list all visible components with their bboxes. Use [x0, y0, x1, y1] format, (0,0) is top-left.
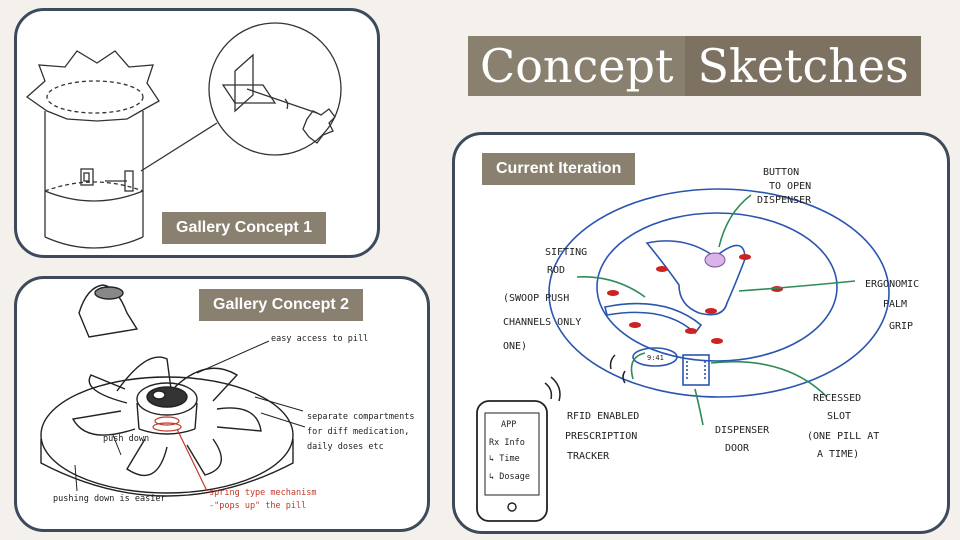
- gallery-concept-1-panel: Gallery Concept 1: [14, 8, 380, 258]
- note-pushing-easier: pushing down is easier: [53, 494, 166, 504]
- label-swoop-1: (SWOOP PUSH: [503, 293, 569, 304]
- current-iteration-label: Current Iteration: [482, 153, 636, 185]
- note-pops-up: -"pops up" the pill: [209, 501, 306, 511]
- label-rfid-2: PRESCRIPTION: [565, 431, 637, 442]
- label-slot-1: RECESSED: [813, 393, 861, 404]
- label-ergo-2: PALM: [883, 299, 907, 310]
- label-swoop-2: CHANNELS ONLY: [503, 317, 581, 328]
- label-button-2: TO OPEN: [769, 181, 811, 192]
- phone-line-rx: Rx Info: [489, 438, 525, 448]
- dispenser-display-time: 9:41: [647, 354, 664, 362]
- label-door-1: DISPENSER: [715, 425, 770, 436]
- gallery-concept-2-label: Gallery Concept 2: [199, 289, 364, 321]
- label-button-1: BUTTON: [763, 167, 799, 178]
- label-swoop-3: ONE): [503, 341, 527, 352]
- label-slot-4: A TIME): [817, 449, 859, 460]
- note-easy-access: easy access to pill: [271, 334, 368, 344]
- phone-line-app: APP: [501, 420, 516, 430]
- gallery-concept-2-panel: easy access to pill separate compartment…: [14, 276, 430, 532]
- label-sifting-1: SIFTING: [545, 247, 587, 258]
- label-door-2: DOOR: [725, 443, 750, 454]
- label-slot-3: (ONE PILL AT: [807, 431, 879, 442]
- label-slot-2: SLOT: [827, 411, 851, 422]
- label-rfid-3: TRACKER: [567, 451, 610, 462]
- note-spring-mechanism: spring type mechanism: [209, 488, 316, 498]
- label-sifting-2: ROD: [547, 265, 565, 276]
- phone-line-time: ↳ Time: [489, 454, 520, 464]
- slide-title: Concept Sketches: [468, 36, 921, 96]
- note-diff-medication: for diff medication,: [307, 427, 409, 437]
- note-separate-compartments: separate compartments: [307, 412, 414, 422]
- current-iteration-sketch: 9:41 BUTTON TO OPEN DISPENSER SIFTING RO…: [476, 167, 919, 522]
- label-ergo-1: ERGONOMIC: [865, 279, 919, 290]
- current-iteration-panel: 9:41 BUTTON TO OPEN DISPENSER SIFTING RO…: [452, 132, 950, 534]
- phone-line-dosage: ↳ Dosage: [489, 472, 530, 482]
- title-word-sketches: Sketches: [685, 36, 921, 96]
- label-button-3: DISPENSER: [757, 195, 812, 206]
- label-ergo-3: GRIP: [889, 321, 913, 332]
- label-rfid-1: RFID ENABLED: [567, 411, 639, 422]
- phone-sketch: APP Rx Info ↳ Time ↳ Dosage: [476, 400, 548, 522]
- title-word-concept: Concept: [468, 36, 686, 96]
- note-push-down: push down: [103, 434, 149, 444]
- gallery-concept-1-label: Gallery Concept 1: [162, 212, 327, 244]
- note-daily-doses: daily doses etc: [307, 442, 384, 452]
